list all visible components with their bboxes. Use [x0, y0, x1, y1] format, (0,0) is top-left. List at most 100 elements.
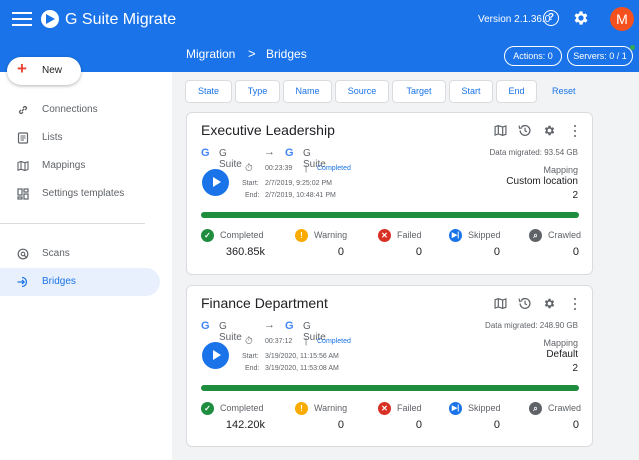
filter-end-button[interactable]: End: [496, 80, 537, 103]
new-button[interactable]: + New: [7, 57, 81, 85]
data-migrated: Data migrated: 248.90 GB: [485, 321, 578, 330]
stopwatch-icon: ⏱: [245, 336, 253, 347]
stat-value: 142.20k: [225, 419, 265, 431]
stat-label: Failed: [397, 230, 422, 240]
sidebar: + New Connections Lists Mappings Setting…: [0, 57, 172, 460]
mapping-count: 2: [572, 363, 578, 374]
source-label: G Suite: [219, 148, 242, 170]
google-icon: G: [285, 147, 294, 159]
check-circle-icon: ✓: [201, 402, 214, 415]
history-icon[interactable]: [518, 124, 531, 137]
template-icon: [17, 188, 29, 200]
stat-value: 0: [415, 246, 422, 258]
gear-icon[interactable]: [543, 297, 556, 310]
filter-target-button[interactable]: Target: [392, 80, 446, 103]
sidebar-item-scans[interactable]: Scans: [0, 240, 160, 268]
filter-start-button[interactable]: Start: [449, 80, 493, 103]
map-icon: [17, 160, 29, 172]
progress-bar: [201, 385, 579, 391]
sidebar-item-lists[interactable]: Lists: [0, 124, 160, 152]
end-time: 3/19/2020, 11:53:08 AM: [265, 365, 339, 372]
app-title: G Suite Migrate: [65, 11, 177, 28]
data-migrated: Data migrated: 93.54 GB: [489, 148, 579, 157]
bridge-name[interactable]: Finance Department: [201, 295, 328, 311]
sidebar-item-label: Settings templates: [42, 188, 125, 199]
filter-state-button[interactable]: State: [185, 80, 232, 103]
breadcrumb-bridges: Bridges: [266, 47, 307, 61]
bridge-name[interactable]: Executive Leadership: [201, 122, 335, 138]
mapping-label: Mapping: [543, 338, 578, 348]
stat-label: Completed: [220, 230, 264, 240]
actions-button[interactable]: Actions: 0: [504, 46, 562, 66]
servers-button[interactable]: Servers: 0 / 1: [567, 46, 633, 66]
mapping-value: Custom location: [506, 176, 578, 187]
separator: |: [305, 337, 308, 346]
new-button-label: New: [42, 65, 63, 76]
stat-value: 0: [572, 419, 579, 431]
settings-gear-icon[interactable]: [572, 9, 590, 32]
user-avatar[interactable]: M: [610, 7, 634, 31]
stopwatch-icon: ⏱: [245, 163, 253, 174]
warning-icon: !: [295, 229, 308, 242]
end-time: 2/7/2019, 10:48:41 PM: [265, 192, 336, 199]
play-button[interactable]: [202, 169, 229, 196]
sidebar-item-label: Bridges: [42, 276, 76, 287]
stat-label: Crawled: [548, 230, 582, 240]
sidebar-item-label: Scans: [42, 248, 70, 259]
sidebar-item-label: Lists: [42, 132, 63, 143]
stat-label: Failed: [397, 403, 422, 413]
map-icon[interactable]: [494, 124, 507, 137]
bridge-icon: [17, 276, 28, 288]
google-icon: G: [201, 320, 210, 332]
sidebar-item-label: Connections: [42, 104, 98, 115]
top-app-bar: G Suite Migrate Version 2.1.36.0 ? M Mig…: [0, 0, 639, 72]
gear-icon[interactable]: [543, 124, 556, 137]
sidebar-item-settings-templates[interactable]: Settings templates: [0, 180, 160, 208]
app-version: Version 2.1.36.0: [478, 14, 551, 25]
play-button[interactable]: [202, 342, 229, 369]
reset-button[interactable]: Reset: [552, 80, 576, 103]
stat-value: 0: [337, 246, 344, 258]
start-label: Start:: [242, 180, 259, 187]
server-status-indicator: [630, 45, 635, 50]
more-options-icon[interactable]: [571, 123, 579, 139]
stat-label: Skipped: [468, 230, 501, 240]
menu-icon[interactable]: [12, 12, 32, 28]
warning-icon: !: [295, 402, 308, 415]
bridge-card: Executive Leadership G G Suite → G G Sui…: [186, 112, 593, 275]
more-options-icon[interactable]: [571, 296, 579, 312]
progress-fill: [201, 212, 579, 218]
skipped-icon: ▶|: [449, 229, 462, 242]
failed-icon: ✕: [378, 229, 391, 242]
plus-icon: +: [17, 59, 27, 78]
breadcrumb-separator: >: [248, 46, 256, 61]
start-time: 2/7/2019, 9:25:02 PM: [265, 180, 332, 187]
breadcrumb-migration[interactable]: Migration: [186, 47, 235, 61]
link-icon: [18, 105, 28, 115]
sidebar-item-connections[interactable]: Connections: [0, 96, 160, 124]
crawled-icon: ⌕: [529, 229, 542, 242]
map-icon[interactable]: [494, 297, 507, 310]
end-label: End:: [245, 365, 260, 372]
stat-label: Crawled: [548, 403, 582, 413]
filter-name-button[interactable]: Name: [283, 80, 332, 103]
filter-type-button[interactable]: Type: [235, 80, 280, 103]
sidebar-item-label: Mappings: [42, 160, 86, 171]
progress-fill: [201, 385, 579, 391]
stat-value: 0: [493, 246, 500, 258]
sidebar-item-mappings[interactable]: Mappings: [0, 152, 160, 180]
separator: |: [305, 164, 308, 173]
stat-value: 0: [415, 419, 422, 431]
progress-bar: [201, 212, 579, 218]
sidebar-item-bridges[interactable]: Bridges: [0, 268, 160, 296]
skipped-icon: ▶|: [449, 402, 462, 415]
history-icon[interactable]: [518, 297, 531, 310]
sidebar-divider: [0, 223, 145, 224]
scan-icon: [17, 248, 29, 260]
filter-source-button[interactable]: Source: [335, 80, 389, 103]
stat-label: Warning: [314, 230, 348, 240]
stat-value: 0: [493, 419, 500, 431]
list-icon: [17, 132, 29, 144]
status-text: Completed: [317, 338, 351, 345]
help-icon[interactable]: ?: [543, 10, 559, 26]
